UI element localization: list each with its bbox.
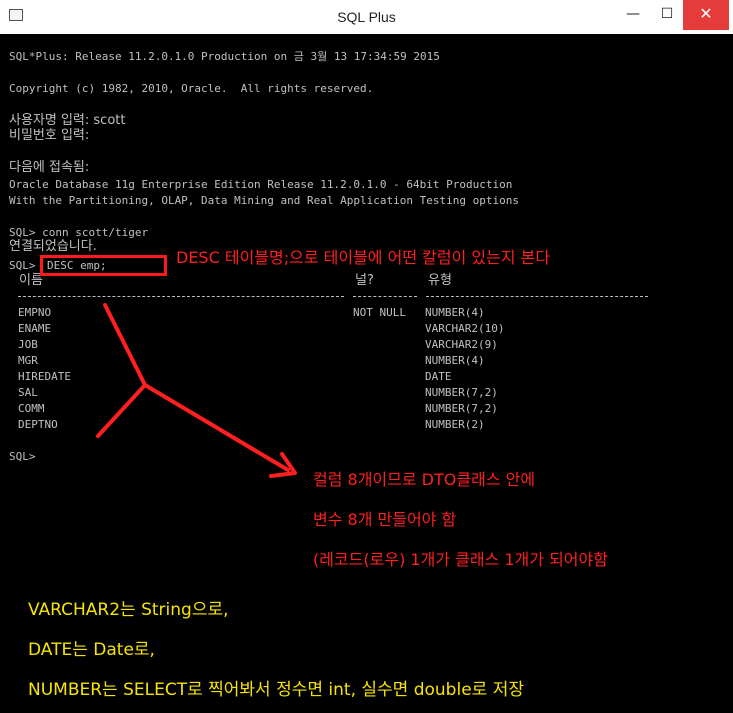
desc-explanation-note: DESC 테이블명;으로 테이블에 어떤 칼럼이 있는지 본다 <box>176 248 551 267</box>
dto-note-line-3: (레코드(로우) 1개가 클래스 1개가 되어야함 <box>313 550 608 569</box>
type-mapping-note-3: NUMBER는 SELECT로 찍어봐서 정수면 int, 실수면 double… <box>28 680 524 700</box>
db-options-line: With the Partitioning, OLAP, Data Mining… <box>9 194 519 207</box>
row-type: NUMBER(2) <box>425 418 485 431</box>
row-name: COMM <box>18 402 45 415</box>
row-name: JOB <box>18 338 38 351</box>
row-type: NUMBER(7,2) <box>425 402 498 415</box>
command-highlight-box <box>40 255 167 276</box>
type-mapping-note-2: DATE는 Date로, <box>28 640 155 660</box>
dto-note-line-2: 변수 8개 만들어야 함 <box>313 510 457 529</box>
final-prompt: SQL> <box>9 450 36 463</box>
title-bar: SQL Plus — ☐ ✕ <box>0 0 733 35</box>
type-mapping-note-1: VARCHAR2는 String으로, <box>28 600 229 620</box>
row-type: NUMBER(4) <box>425 354 485 367</box>
row-name: DEPTNO <box>18 418 58 431</box>
column-header-name: 이름 <box>19 273 43 288</box>
row-null: NOT NULL <box>353 306 406 319</box>
separator-type <box>426 296 648 297</box>
row-type: NUMBER(4) <box>425 306 485 319</box>
dto-note-line-1: 컬럼 8개이므로 DTO클래스 안에 <box>313 470 536 489</box>
desc-prompt: SQL> <box>9 259 36 272</box>
maximize-button[interactable]: ☐ <box>652 0 682 30</box>
row-name: HIREDATE <box>18 370 71 383</box>
row-type: VARCHAR2(10) <box>425 322 505 335</box>
row-name: MGR <box>18 354 38 367</box>
column-header-null: 널? <box>355 273 374 288</box>
connected-to-label: 다음에 접속됨: <box>9 160 90 175</box>
minimize-button[interactable]: — <box>618 0 648 30</box>
db-version-line: Oracle Database 11g Enterprise Edition R… <box>9 178 513 191</box>
column-header-type: 유형 <box>428 273 452 288</box>
release-line: SQL*Plus: Release 11.2.0.1.0 Production … <box>9 50 440 63</box>
password-prompt: 비밀번호 입력: <box>9 128 90 143</box>
row-type: DATE <box>425 370 452 383</box>
row-name: SAL <box>18 386 38 399</box>
row-name: EMPNO <box>18 306 52 319</box>
copyright-line: Copyright (c) 1982, 2010, Oracle. All ri… <box>9 82 374 95</box>
connected-message: 연결되었습니다. <box>9 239 97 254</box>
separator-null <box>353 296 417 297</box>
username-prompt: 사용자명 입력: scott <box>9 113 126 128</box>
row-type: VARCHAR2(9) <box>425 338 498 351</box>
close-button[interactable]: ✕ <box>683 0 729 30</box>
row-name: ENAME <box>18 322 52 335</box>
separator-name <box>18 296 344 297</box>
row-type: NUMBER(7,2) <box>425 386 498 399</box>
conn-command-line: SQL> conn scott/tiger <box>9 226 149 239</box>
